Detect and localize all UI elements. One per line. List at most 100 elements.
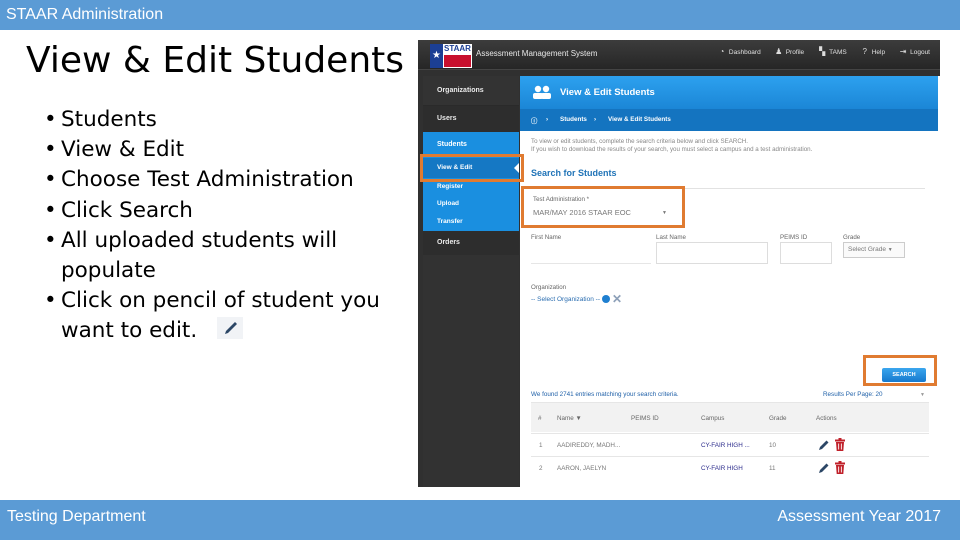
nav-logout[interactable]: ⇥ Logout bbox=[899, 48, 930, 56]
cell-campus: CY-FAIR HIGH ... bbox=[701, 442, 750, 449]
first-name-label: First Name bbox=[531, 234, 562, 241]
breadcrumb: ⓘ › Students › View & Edit Students bbox=[520, 109, 938, 131]
bullet-item: Students bbox=[44, 105, 414, 135]
bullet-text: Students bbox=[61, 107, 157, 132]
grade-label: Grade bbox=[843, 234, 861, 241]
redacted-peims bbox=[634, 434, 684, 456]
col-campus: Campus bbox=[701, 415, 725, 422]
users-icon bbox=[533, 85, 551, 99]
rpp-value[interactable]: 20 bbox=[876, 391, 883, 398]
page-header: View & Edit Students bbox=[520, 76, 938, 109]
trash-icon[interactable] bbox=[835, 438, 845, 451]
organization-label: Organization bbox=[531, 284, 567, 291]
bullet-item: Click Search bbox=[44, 196, 414, 226]
breadcrumb-students[interactable]: Students bbox=[560, 116, 587, 123]
home-icon[interactable]: ⓘ bbox=[531, 116, 537, 125]
cell-grade: 11 bbox=[769, 465, 776, 472]
cell-grade: 10 bbox=[769, 442, 777, 449]
results-per-page-label: Results Per Page: 20 bbox=[823, 391, 883, 398]
results-count: We found 2741 entries matching your sear… bbox=[531, 391, 679, 398]
bullet-item: Choose Test Administration bbox=[44, 165, 414, 195]
search-icon[interactable] bbox=[602, 295, 610, 303]
nav-label: Logout bbox=[910, 48, 930, 56]
sidebar-item-orders[interactable]: Orders bbox=[423, 231, 519, 255]
highlight-view-edit bbox=[420, 154, 524, 182]
sidebar-item-organizations[interactable]: Organizations bbox=[423, 76, 519, 106]
top-nav: ◔ Dashboard ♟ Profile ▚ TAMS ? Help ⇥ Logout bbox=[718, 48, 930, 56]
first-name-input[interactable] bbox=[531, 242, 651, 264]
sort-desc-icon: ▼ bbox=[575, 415, 582, 422]
bullet-text: Click Search bbox=[61, 197, 193, 223]
highlight-search-button bbox=[863, 355, 937, 386]
chevron-down-icon[interactable]: ▼ bbox=[920, 392, 925, 398]
sidebar-item-transfer[interactable]: Transfer bbox=[423, 213, 519, 231]
pencil-icon[interactable] bbox=[818, 462, 830, 474]
clear-icon[interactable]: ✕ bbox=[612, 293, 622, 305]
table-row: 2 AARON, JAELYN CY-FAIR HIGH 11 bbox=[531, 456, 929, 479]
logo-flag bbox=[444, 55, 471, 67]
organization-value: -- Select Organization -- bbox=[531, 295, 600, 303]
col-name[interactable]: Name ▼ bbox=[557, 415, 582, 422]
nav-dashboard[interactable]: ◔ Dashboard bbox=[718, 47, 761, 56]
chevron-down-icon: ▼ bbox=[887, 247, 893, 253]
nav-help[interactable]: ? Help bbox=[861, 47, 886, 56]
slide-footer: Testing Department Assessment Year 2017 bbox=[0, 500, 960, 540]
nav-label: TAMS bbox=[829, 48, 847, 56]
chevron-right-icon: › bbox=[546, 116, 549, 123]
bullet-item: Click on pencil of student you want to e… bbox=[44, 286, 414, 346]
last-name-label: Last Name bbox=[656, 234, 686, 241]
col-actions: Actions bbox=[816, 415, 837, 422]
slide-title: View & Edit Students bbox=[26, 40, 405, 81]
star-icon: ★ bbox=[430, 44, 443, 68]
tams-icon: ▚ bbox=[819, 47, 826, 56]
grade-select[interactable]: Select Grade ▼ bbox=[843, 242, 905, 258]
pencil-icon bbox=[217, 317, 244, 340]
bullet-text: Choose Test Administration bbox=[61, 167, 354, 193]
user-icon: ♟ bbox=[775, 47, 783, 56]
table-row: 1 AADIREDDY, MADH... CY-FAIR HIGH ... 10 bbox=[531, 433, 929, 456]
bullet-text: View & Edit bbox=[61, 137, 185, 163]
instruction-list: Students View & Edit Choose Test Adminis… bbox=[44, 105, 414, 347]
nav-label: Help bbox=[871, 48, 886, 56]
last-name-input[interactable] bbox=[656, 242, 768, 264]
cell-name: AADIREDDY, MADH... bbox=[557, 442, 621, 449]
cell-num: 1 bbox=[539, 442, 543, 449]
bullet-item: All uploaded students will populate bbox=[44, 226, 414, 286]
col-label: Name bbox=[557, 415, 574, 422]
intro-text: To view or edit students, complete the s… bbox=[531, 138, 931, 154]
organization-select[interactable]: -- Select Organization -- ✕ bbox=[531, 293, 622, 305]
redacted-peims bbox=[634, 457, 684, 479]
nav-profile[interactable]: ♟ Profile bbox=[775, 48, 804, 56]
app-sidebar: Organizations Users Students View & Edit… bbox=[423, 76, 519, 487]
breadcrumb-current: View & Edit Students bbox=[608, 116, 671, 123]
col-grade: Grade bbox=[769, 415, 787, 422]
help-icon: ? bbox=[862, 47, 867, 56]
intro-line: To view or edit students, complete the s… bbox=[531, 138, 748, 145]
pencil-icon[interactable] bbox=[818, 439, 830, 451]
dashboard-icon: ◔ bbox=[719, 47, 725, 56]
app-screenshot: ★ STAAR Assessment Management System ◔ Da… bbox=[418, 40, 940, 487]
logout-icon: ⇥ bbox=[899, 47, 907, 56]
app-main: View & Edit Students ⓘ › Students › View… bbox=[520, 76, 940, 487]
highlight-test-admin bbox=[521, 186, 685, 228]
chevron-right-icon: › bbox=[594, 116, 597, 123]
trash-icon[interactable] bbox=[835, 461, 845, 474]
footer-department: Testing Department bbox=[7, 508, 146, 525]
sidebar-item-users[interactable]: Users bbox=[423, 106, 519, 132]
app-name: Assessment Management System bbox=[476, 49, 598, 58]
cell-name: AARON, JAELYN bbox=[557, 465, 607, 472]
bullet-item: View & Edit bbox=[44, 135, 414, 165]
cell-campus: CY-FAIR HIGH bbox=[701, 465, 743, 472]
intro-line: If you wish to download the results of y… bbox=[531, 146, 813, 153]
search-heading: Search for Students bbox=[531, 168, 617, 178]
peims-id-input[interactable] bbox=[780, 242, 832, 264]
nav-label: Dashboard bbox=[728, 48, 761, 56]
col-num: # bbox=[538, 415, 542, 422]
cell-num: 2 bbox=[539, 465, 543, 472]
table-header: # Name ▼ PEIMS ID Campus Grade Actions bbox=[531, 402, 929, 432]
sidebar-item-upload[interactable]: Upload bbox=[423, 195, 519, 213]
logo-text: STAAR bbox=[444, 44, 471, 53]
footer-year: Assessment Year 2017 bbox=[777, 508, 941, 525]
nav-tams[interactable]: ▚ TAMS bbox=[818, 48, 847, 56]
peims-id-label: PEIMS ID bbox=[780, 234, 808, 241]
